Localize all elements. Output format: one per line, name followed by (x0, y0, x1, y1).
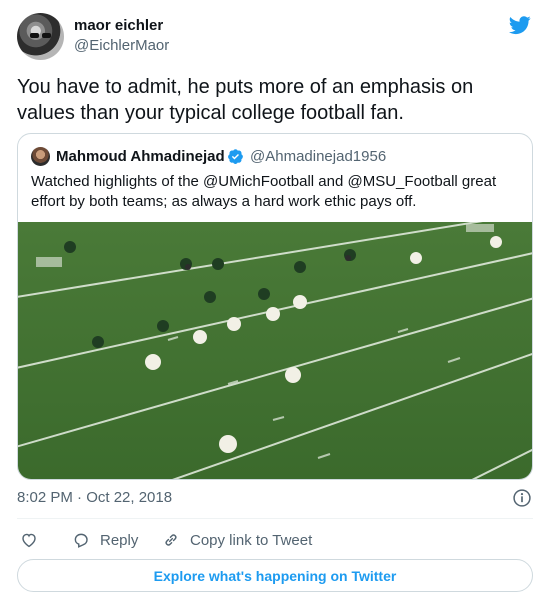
copy-link-label: Copy link to Tweet (190, 531, 313, 549)
tweet-timestamp[interactable]: 8:02 PM · Oct 22, 2018 (17, 489, 172, 506)
heart-icon (22, 533, 36, 548)
tweet-card: maor eichler @EichlerMaor You have to ad… (0, 0, 550, 608)
author-avatar[interactable] (17, 13, 64, 60)
quoted-author-name: Mahmoud Ahmadinejad (56, 148, 225, 165)
like-button[interactable] (20, 530, 38, 550)
tweet-text: You have to admit, he puts more of an em… (17, 76, 474, 124)
explore-twitter-button[interactable]: Explore what's happening on Twitter (17, 559, 533, 592)
info-icon[interactable] (512, 488, 532, 508)
reply-label: Reply (100, 531, 139, 549)
quoted-author-handle: @Ahmadinejad1956 (250, 148, 387, 165)
reply-icon (74, 533, 88, 548)
quoted-tweet-text: Watched highlights of the @UMichFootball… (31, 173, 497, 210)
quoted-tweet-media[interactable] (18, 222, 532, 479)
quoted-tweet[interactable]: Mahmoud Ahmadinejad @Ahmadinejad1956 Wat… (17, 133, 533, 480)
link-icon (165, 534, 177, 546)
twitter-logo-icon[interactable] (508, 14, 532, 36)
avatar-eye (42, 33, 51, 38)
avatar-eye (30, 33, 39, 38)
divider (17, 518, 533, 519)
quoted-author-avatar (31, 147, 50, 166)
reply-button[interactable]: Reply (72, 530, 138, 550)
author-name[interactable]: maor eichler (74, 17, 163, 34)
author-handle[interactable]: @EichlerMaor (74, 37, 169, 54)
verified-badge-icon (228, 149, 243, 164)
copy-link-button[interactable]: Copy link to Tweet (162, 530, 312, 550)
